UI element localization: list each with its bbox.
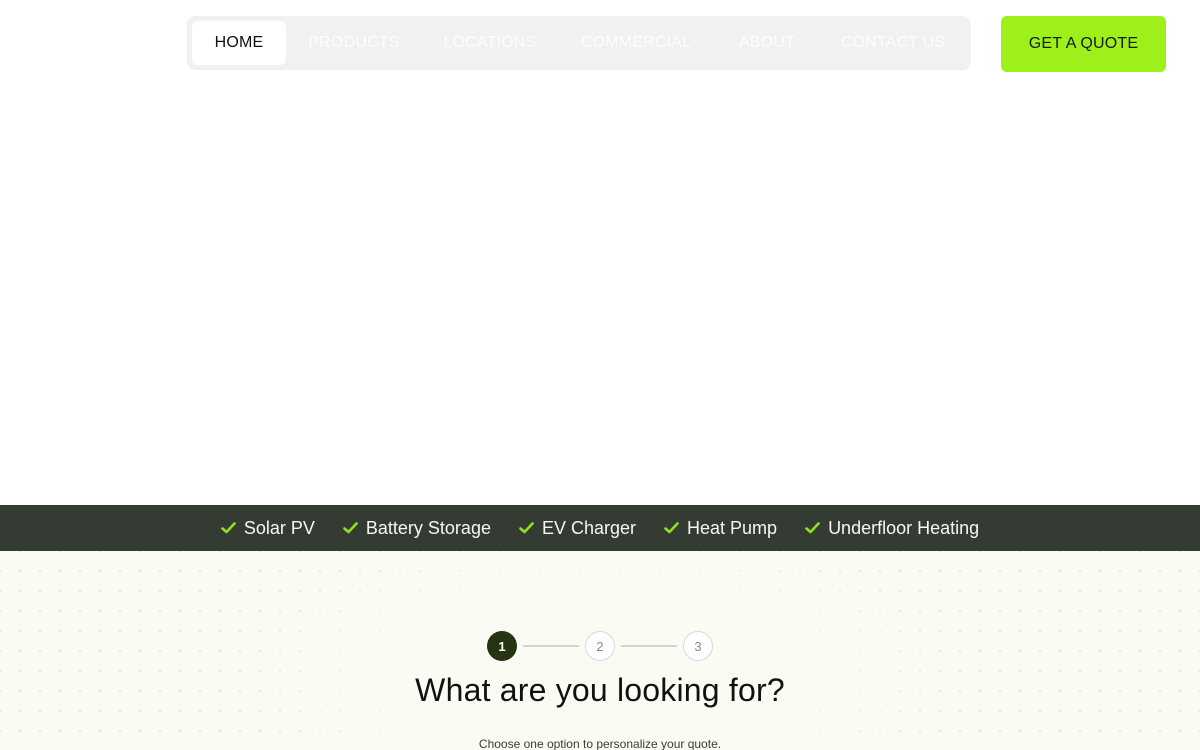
step-3-indicator: 3 xyxy=(683,631,713,661)
step-2-indicator: 2 xyxy=(585,631,615,661)
service-item-solar-pv: Solar PV xyxy=(221,518,315,539)
service-label: Battery Storage xyxy=(365,517,491,538)
nav-item-commercial[interactable]: COMMERCIAL xyxy=(558,21,714,65)
services-strip: Solar PV Battery Storage EV Charger Heat… xyxy=(0,505,1200,551)
step-1-indicator: 1 xyxy=(487,631,517,661)
service-label: EV Charger xyxy=(541,517,637,538)
nav-item-home[interactable]: HOME xyxy=(192,21,286,65)
check-icon xyxy=(221,522,236,534)
step-connector xyxy=(621,645,677,647)
quote-question-heading: What are you looking for? xyxy=(415,672,785,708)
nav-item-about[interactable]: ABOUT xyxy=(714,21,820,65)
service-item-underfloor-heating: Underfloor Heating xyxy=(805,518,979,539)
service-item-ev-charger: EV Charger xyxy=(519,518,636,539)
page: HOME PRODUCTS LOCATIONS COMMERCIAL ABOUT… xyxy=(0,0,1200,750)
get-a-quote-button[interactable]: GET A QUOTE xyxy=(1001,16,1166,72)
step-connector xyxy=(523,645,579,647)
quote-wizard: 1 2 3 What are you looking for? Choose o… xyxy=(0,551,1200,750)
service-label: Heat Pump xyxy=(687,517,778,538)
service-item-heat-pump: Heat Pump xyxy=(664,518,777,539)
check-icon xyxy=(805,522,820,534)
quote-subtitle: Choose one option to personalize your qu… xyxy=(478,737,722,750)
check-icon xyxy=(343,522,358,534)
service-label: Solar PV xyxy=(243,517,315,538)
nav-item-contact-us[interactable]: CONTACT US xyxy=(820,21,966,65)
main-nav: HOME PRODUCTS LOCATIONS COMMERCIAL ABOUT… xyxy=(187,16,971,70)
check-icon xyxy=(519,522,534,534)
stepper: 1 2 3 xyxy=(487,631,713,661)
check-icon xyxy=(664,522,679,534)
nav-item-products[interactable]: PRODUCTS xyxy=(286,21,422,65)
nav-item-locations[interactable]: LOCATIONS xyxy=(422,21,558,65)
service-item-battery-storage: Battery Storage xyxy=(343,518,491,539)
service-label: Underfloor Heating xyxy=(828,517,980,538)
